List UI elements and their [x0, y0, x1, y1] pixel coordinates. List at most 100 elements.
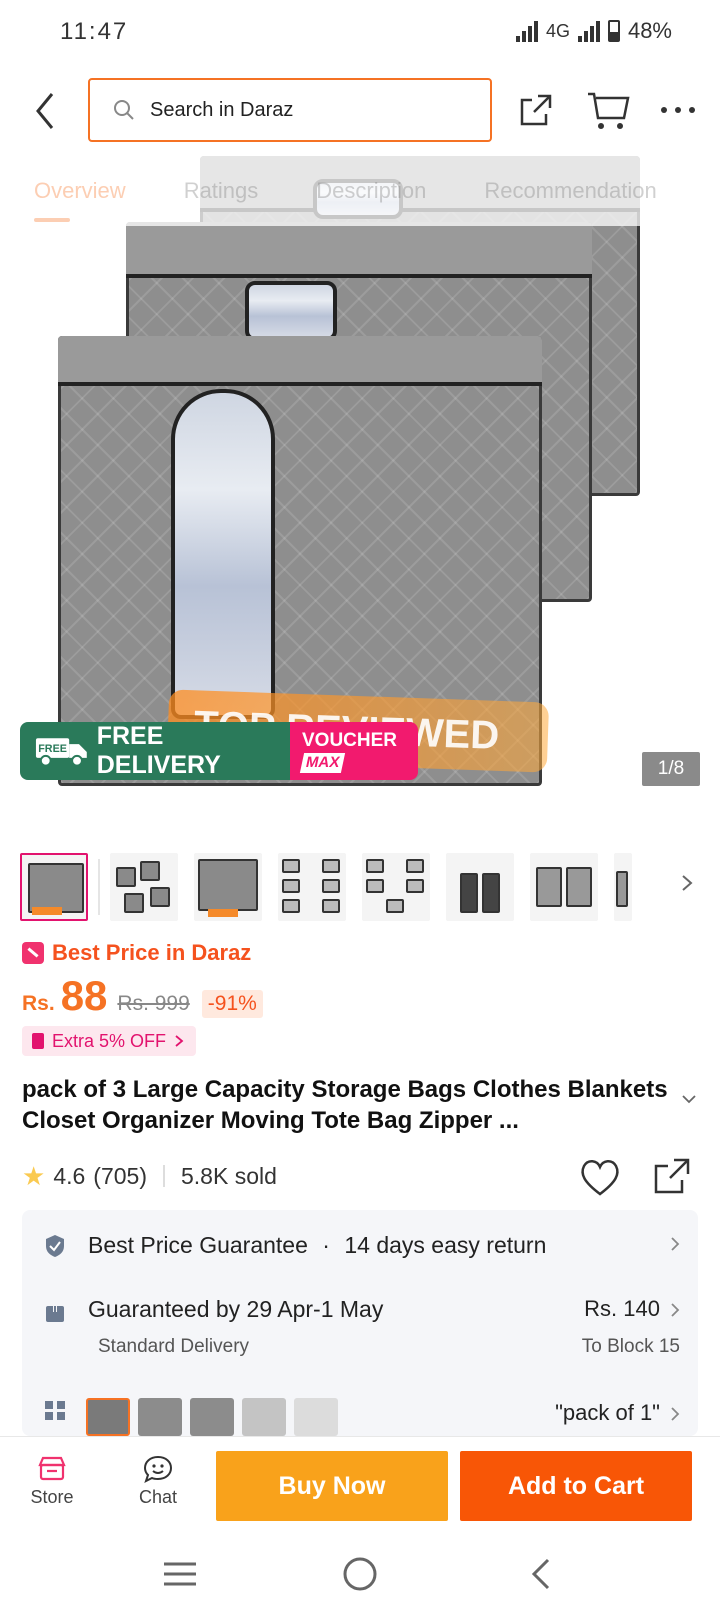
image-counter: 1/8: [642, 752, 700, 786]
thumbnail-4[interactable]: [278, 853, 346, 921]
variant-row[interactable]: "pack of 1": [22, 1370, 698, 1436]
chat-button[interactable]: Chat: [130, 1455, 186, 1508]
review-count: (705): [93, 1162, 147, 1189]
status-icons: 4G 48%: [515, 18, 672, 44]
guarantee-row[interactable]: Best Price Guarantee · 14 days easy retu…: [22, 1210, 698, 1280]
guarantee-text: Best Price Guarantee · 14 days easy retu…: [88, 1232, 546, 1259]
extra-offer-text: Extra 5% OFF: [52, 1030, 167, 1051]
share-icon: [520, 94, 552, 126]
bottom-action-bar: Store Chat Buy Now Add to Cart: [0, 1436, 720, 1536]
recent-apps-button[interactable]: [158, 1554, 202, 1594]
more-dots-icon: [661, 107, 695, 113]
sold-count: 5.8K sold: [181, 1162, 277, 1189]
cart-button[interactable]: [586, 88, 630, 132]
home-circle-icon: [343, 1557, 377, 1591]
chevron-down-icon: [682, 1095, 696, 1104]
free-delivery-badge: FREE FREE DELIVERY: [20, 722, 290, 780]
search-placeholder: Search in Daraz: [150, 98, 294, 121]
product-title: pack of 3 Large Capacity Storage Bags Cl…: [22, 1076, 668, 1134]
section-tabs: Overview Ratings Description Recommendat…: [0, 156, 720, 226]
extra-offer-chip[interactable]: Extra 5% OFF: [22, 1026, 197, 1056]
delivery-info-card: Best Price Guarantee · 14 days easy retu…: [22, 1210, 698, 1436]
thumbnail-strip: [20, 852, 710, 922]
variant-thumb-2[interactable]: [138, 1398, 182, 1436]
chevron-right-icon: [670, 1232, 680, 1258]
original-price: Rs. 999: [117, 992, 190, 1015]
delivery-date: Guaranteed by 29 Apr-1 May: [88, 1296, 384, 1322]
home-button[interactable]: [338, 1554, 382, 1594]
add-to-cart-button[interactable]: Add to Cart: [460, 1451, 692, 1521]
status-time: 11:47: [60, 18, 129, 45]
heart-icon: [581, 1160, 619, 1196]
back-arrow-icon: [531, 1558, 550, 1590]
delivery-box-icon: [46, 1302, 64, 1322]
product-image-gallery[interactable]: Overview Ratings Description Recommendat…: [0, 156, 720, 816]
delivery-row[interactable]: Guaranteed by 29 Apr-1 May Standard Deli…: [22, 1280, 698, 1370]
store-button[interactable]: Store: [24, 1455, 80, 1508]
thumbnail-5[interactable]: [362, 853, 430, 921]
cart-icon: [588, 92, 630, 129]
battery-level: 48%: [627, 18, 672, 43]
signal-icon-2: [577, 20, 600, 42]
network-type: 4G: [545, 20, 570, 41]
thumbnail-3[interactable]: [194, 853, 262, 921]
store-label: Store: [30, 1487, 74, 1507]
voucher-tag-icon: [32, 1033, 44, 1049]
thumbnail-8[interactable]: [614, 853, 632, 921]
top-header: Search in Daraz: [0, 66, 720, 156]
system-nav-bar: [0, 1536, 720, 1612]
search-icon: [114, 100, 134, 120]
signal-icon: [515, 20, 538, 42]
variant-thumb-5[interactable]: [294, 1398, 338, 1436]
free-delivery-text: FREE DELIVERY: [96, 722, 221, 779]
status-bar: 11:47 4G 48%: [0, 0, 720, 66]
best-price-text: Best Price in Daraz: [52, 940, 252, 965]
share-button[interactable]: [516, 90, 556, 130]
delivery-type: Standard Delivery: [98, 1336, 250, 1357]
battery-icon: [607, 20, 620, 42]
delivery-location: To Block 15: [581, 1336, 680, 1357]
separator-dot: ·: [322, 1232, 330, 1258]
expand-title-button[interactable]: [680, 1090, 698, 1108]
variant-thumb-1[interactable]: [86, 1398, 130, 1436]
system-back-button[interactable]: [520, 1554, 564, 1594]
voucher-line1: VOUCHER: [302, 730, 398, 751]
buy-now-button[interactable]: Buy Now: [216, 1451, 448, 1521]
thumbnail-2[interactable]: [110, 853, 178, 921]
tab-overview[interactable]: Overview: [34, 178, 126, 222]
voucher-line2: MAX: [299, 753, 346, 773]
tab-description[interactable]: Description: [316, 178, 426, 204]
thumbnail-1[interactable]: [20, 853, 88, 921]
tab-ratings[interactable]: Ratings: [184, 178, 259, 204]
search-bar[interactable]: Search in Daraz: [88, 78, 492, 142]
store-icon: [38, 1456, 66, 1481]
delivery-truck-icon: FREE: [35, 738, 87, 767]
thumbnail-6[interactable]: [446, 853, 514, 921]
variant-thumb-4[interactable]: [242, 1398, 286, 1436]
price-value: 88: [60, 972, 108, 1019]
chevron-right-icon: [670, 1298, 680, 1324]
chevron-right-icon: [682, 875, 693, 891]
more-options-button[interactable]: [658, 92, 698, 128]
product-share-button[interactable]: [652, 1156, 692, 1196]
tab-recommendation[interactable]: Recommendation: [484, 178, 656, 204]
menu-lines-icon: [164, 1562, 196, 1586]
variants-grid-icon: [45, 1401, 65, 1420]
chevron-right-icon: [670, 1402, 680, 1428]
thumbnails-next-button[interactable]: [680, 872, 694, 900]
price-currency: Rs.: [22, 992, 55, 1015]
wishlist-button[interactable]: [578, 1156, 622, 1198]
returns-label: 14 days easy return: [344, 1232, 547, 1258]
variant-thumb-3[interactable]: [190, 1398, 234, 1436]
thumbnail-7[interactable]: [530, 853, 598, 921]
voucher-max-badge: VOUCHER MAX: [290, 722, 418, 780]
selected-variant: "pack of 1": [555, 1400, 660, 1425]
star-icon: ★: [22, 1160, 46, 1191]
delivery-price: Rs. 140: [584, 1296, 660, 1321]
back-button[interactable]: [28, 86, 68, 136]
discount-badge: -91%: [201, 990, 263, 1018]
best-price-icon: [22, 942, 44, 964]
shield-check-icon: [46, 1235, 64, 1257]
back-arrow-icon: [36, 93, 54, 129]
rating-row[interactable]: ★ 4.6 (705) 5.8K sold: [22, 1156, 277, 1196]
